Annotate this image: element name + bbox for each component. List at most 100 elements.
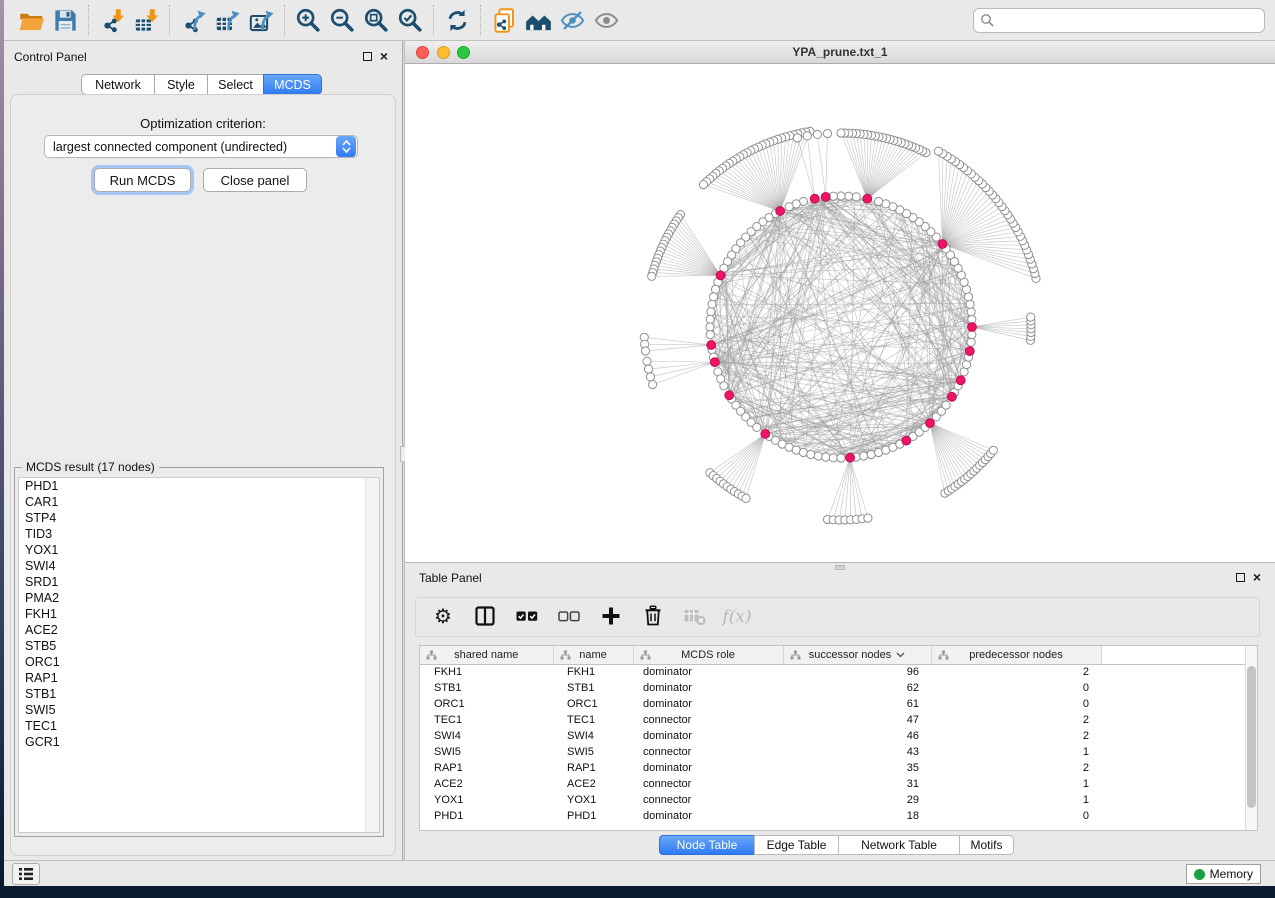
table-row[interactable]: RAP1RAP1dominator352 (420, 760, 1247, 776)
search-input[interactable] (973, 8, 1265, 33)
cell-successor-nodes[interactable]: 61 (783, 696, 931, 712)
add-row-button[interactable] (596, 602, 626, 632)
column-header-predecessor-nodes[interactable]: predecessor nodes (931, 646, 1101, 664)
import-table-button[interactable] (129, 4, 163, 36)
cell-mcds-role[interactable]: dominator (633, 760, 783, 776)
mcds-result-item[interactable]: STB5 (19, 638, 379, 654)
cell-name[interactable]: RAP1 (553, 760, 633, 776)
tab-node-table[interactable]: Node Table (659, 835, 755, 855)
cell-shared-name[interactable]: ORC1 (420, 696, 553, 712)
horizontal-splitter-grip[interactable] (835, 565, 845, 570)
cell-predecessor-nodes[interactable]: 1 (931, 792, 1101, 808)
mcds-result-item[interactable]: SWI5 (19, 702, 379, 718)
document-share-button[interactable] (487, 4, 521, 36)
import-network-button[interactable] (95, 4, 129, 36)
cell-name[interactable]: YOX1 (553, 792, 633, 808)
float-table-panel-icon[interactable] (1236, 573, 1245, 582)
cell-predecessor-nodes[interactable]: 2 (931, 760, 1101, 776)
mcds-result-item[interactable]: SWI4 (19, 558, 379, 574)
cell-mcds-role[interactable]: connector (633, 712, 783, 728)
cell-shared-name[interactable]: SWI5 (420, 744, 553, 760)
cell-mcds-role[interactable]: connector (633, 744, 783, 760)
cell-mcds-role[interactable]: dominator (633, 808, 783, 824)
memory-button[interactable]: Memory (1186, 864, 1261, 884)
mcds-result-item[interactable]: FKH1 (19, 606, 379, 622)
cell-mcds-role[interactable]: connector (633, 792, 783, 808)
mcds-result-item[interactable]: TID3 (19, 526, 379, 542)
deselect-all-button[interactable] (554, 602, 584, 632)
cell-predecessor-nodes[interactable]: 1 (931, 744, 1101, 760)
cell-name[interactable]: SWI4 (553, 728, 633, 744)
tab-motifs[interactable]: Motifs (959, 835, 1014, 855)
close-panel-button[interactable]: Close panel (203, 168, 307, 192)
cell-mcds-role[interactable]: dominator (633, 680, 783, 696)
cell-predecessor-nodes[interactable]: 0 (931, 696, 1101, 712)
column-header-MCDS-role[interactable]: MCDS role (633, 646, 783, 664)
mcds-result-item[interactable]: PMA2 (19, 590, 379, 606)
tab-network[interactable]: Network (81, 74, 155, 95)
run-mcds-button[interactable]: Run MCDS (94, 168, 191, 192)
tab-style[interactable]: Style (154, 74, 208, 95)
cell-predecessor-nodes[interactable]: 0 (931, 808, 1101, 824)
mcds-result-item[interactable]: TEC1 (19, 718, 379, 734)
cell-name[interactable]: FKH1 (553, 664, 633, 680)
mcds-result-item[interactable]: RAP1 (19, 670, 379, 686)
zoom-selected-button[interactable] (393, 4, 427, 36)
mcds-list-scrollbar[interactable] (365, 478, 379, 832)
table-scrollbar-thumb[interactable] (1247, 666, 1256, 808)
close-table-panel-icon[interactable]: × (1253, 572, 1261, 582)
network-titlebar[interactable]: YPA_prune.txt_1 (405, 41, 1275, 64)
table-scrollbar[interactable] (1245, 646, 1257, 830)
mcds-result-item[interactable]: SRD1 (19, 574, 379, 590)
column-header-name[interactable]: name (553, 646, 633, 664)
column-header-shared-name[interactable]: shared name (420, 646, 553, 664)
cell-successor-nodes[interactable]: 96 (783, 664, 931, 680)
criterion-dropdown[interactable]: largest connected component (undirected) (44, 135, 358, 158)
select-all-button[interactable] (512, 602, 542, 632)
close-panel-icon[interactable]: × (380, 51, 388, 61)
mcds-result-item[interactable]: CAR1 (19, 494, 379, 510)
tab-select[interactable]: Select (207, 74, 264, 95)
mcds-result-item[interactable]: STB1 (19, 686, 379, 702)
cell-shared-name[interactable]: YOX1 (420, 792, 553, 808)
cell-name[interactable]: ORC1 (553, 696, 633, 712)
cell-predecessor-nodes[interactable]: 2 (931, 664, 1101, 680)
mcds-result-item[interactable]: YOX1 (19, 542, 379, 558)
save-button[interactable] (48, 4, 82, 36)
mcds-result-item[interactable]: PHD1 (19, 478, 379, 494)
columns-button[interactable] (470, 602, 500, 632)
table-row[interactable]: ACE2ACE2connector311 (420, 776, 1247, 792)
cell-predecessor-nodes[interactable]: 2 (931, 712, 1101, 728)
cell-mcds-role[interactable]: connector (633, 776, 783, 792)
cell-shared-name[interactable]: ACE2 (420, 776, 553, 792)
cell-mcds-role[interactable]: dominator (633, 728, 783, 744)
cell-name[interactable]: PHD1 (553, 808, 633, 824)
refresh-button[interactable] (440, 4, 474, 36)
eye-hidden-button[interactable] (555, 4, 589, 36)
cell-successor-nodes[interactable]: 31 (783, 776, 931, 792)
cell-successor-nodes[interactable]: 46 (783, 728, 931, 744)
settings-button[interactable]: ⚙ (428, 602, 458, 632)
cell-name[interactable]: SWI5 (553, 744, 633, 760)
cell-shared-name[interactable]: FKH1 (420, 664, 553, 680)
zoom-in-button[interactable] (291, 4, 325, 36)
zoom-out-button[interactable] (325, 4, 359, 36)
cell-name[interactable]: STB1 (553, 680, 633, 696)
cell-shared-name[interactable]: STB1 (420, 680, 553, 696)
mcds-result-item[interactable]: ACE2 (19, 622, 379, 638)
mcds-result-item[interactable]: STP4 (19, 510, 379, 526)
cell-name[interactable]: TEC1 (553, 712, 633, 728)
float-panel-icon[interactable] (363, 52, 372, 61)
cell-predecessor-nodes[interactable]: 1 (931, 776, 1101, 792)
export-table-button[interactable] (210, 4, 244, 36)
table-row[interactable]: SWI5SWI5connector431 (420, 744, 1247, 760)
cell-shared-name[interactable]: TEC1 (420, 712, 553, 728)
column-header-successor-nodes[interactable]: successor nodes (783, 646, 931, 664)
table-row[interactable]: STB1STB1dominator620 (420, 680, 1247, 696)
cell-name[interactable]: ACE2 (553, 776, 633, 792)
houses-button[interactable] (521, 4, 555, 36)
cell-shared-name[interactable]: SWI4 (420, 728, 553, 744)
table-row[interactable]: TEC1TEC1connector472 (420, 712, 1247, 728)
cell-successor-nodes[interactable]: 35 (783, 760, 931, 776)
cell-shared-name[interactable]: RAP1 (420, 760, 553, 776)
